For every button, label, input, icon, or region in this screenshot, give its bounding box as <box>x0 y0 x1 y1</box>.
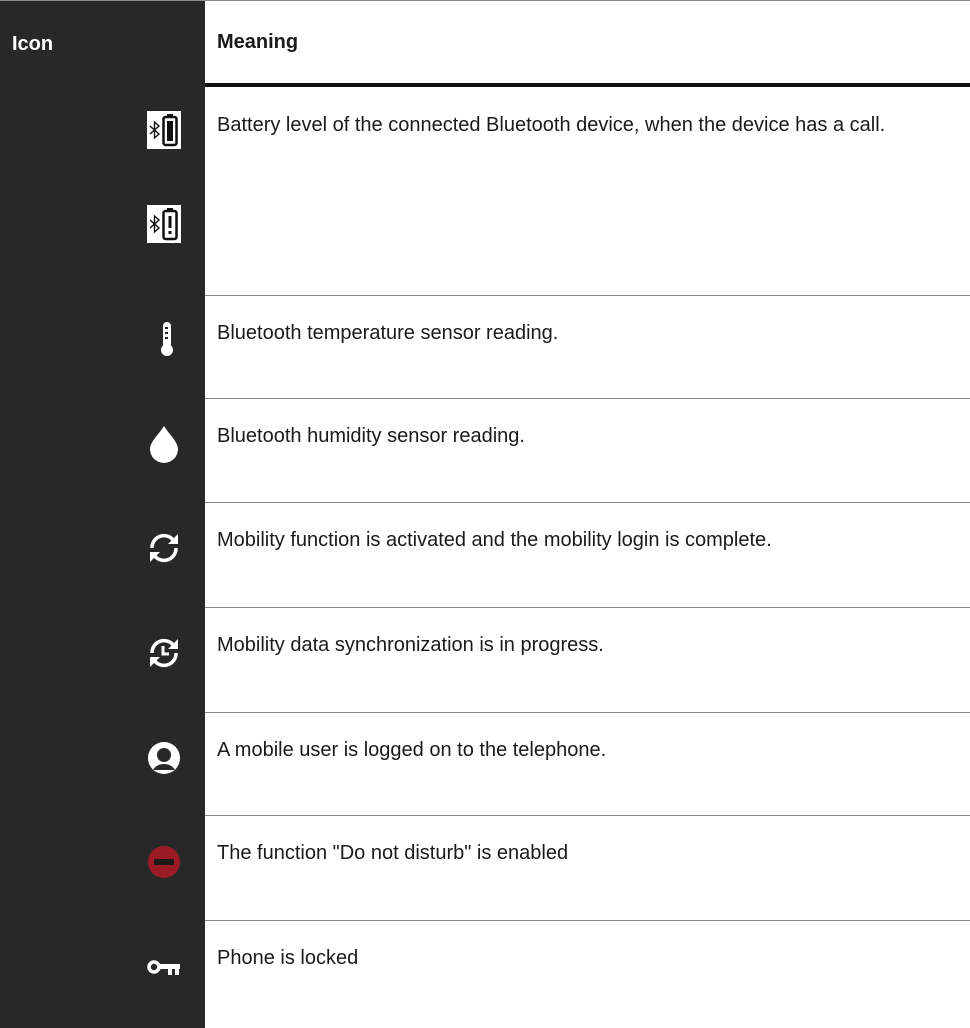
icon-cell <box>0 399 205 503</box>
meaning-cell: Mobility function is activated and the m… <box>205 503 970 608</box>
meaning-cell: Phone is locked <box>205 921 970 1028</box>
icon-cell <box>0 608 205 713</box>
icon-cell <box>0 87 205 296</box>
table-header-row: Icon Meaning <box>0 0 970 87</box>
icon-cell <box>0 503 205 608</box>
meaning-text: Battery level of the connected Bluetooth… <box>217 114 886 136</box>
meaning-cell: Battery level of the connected Bluetooth… <box>205 87 970 296</box>
header-meaning-cell: Meaning <box>205 1 970 87</box>
icon-cell <box>0 296 205 399</box>
table-row: A mobile user is logged on to the teleph… <box>0 713 970 816</box>
table-row: Mobility function is activated and the m… <box>0 503 970 608</box>
meaning-cell: The function "Do not disturb" is enabled <box>205 816 970 921</box>
table-row: The function "Do not disturb" is enabled <box>0 816 970 921</box>
icon-cell <box>0 816 205 921</box>
meaning-text: Mobility function is activated and the m… <box>217 529 772 551</box>
table-row: Mobility data synchronization is in prog… <box>0 608 970 713</box>
meaning-text: Phone is locked <box>217 947 359 969</box>
header-meaning-label: Meaning <box>217 30 299 53</box>
bluetooth-battery-warning-icon <box>147 205 181 243</box>
mobility-sync-progress-icon <box>150 638 178 668</box>
meaning-text: Bluetooth temperature sensor reading. <box>217 322 559 344</box>
meaning-text: Bluetooth humidity sensor reading. <box>217 425 525 447</box>
table-row: Battery level of the connected Bluetooth… <box>0 87 970 296</box>
meaning-cell: Mobility data synchronization is in prog… <box>205 608 970 713</box>
header-icon-label: Icon <box>12 32 54 55</box>
mobility-sync-icon <box>150 533 178 563</box>
header-icon-cell: Icon <box>0 1 205 87</box>
icon-meaning-table: Icon Meaning Battery level of the connec… <box>0 0 970 1028</box>
icon-cell <box>0 713 205 816</box>
table-row: Phone is locked <box>0 921 970 1028</box>
do-not-disturb-icon <box>148 846 180 878</box>
bluetooth-battery-icon <box>147 111 181 149</box>
meaning-cell: A mobile user is logged on to the teleph… <box>205 713 970 816</box>
table-row: Bluetooth temperature sensor reading. <box>0 296 970 399</box>
mobile-user-icon <box>148 742 180 774</box>
humidity-drop-icon <box>150 426 178 463</box>
key-lock-icon <box>147 960 180 975</box>
meaning-cell: Bluetooth temperature sensor reading. <box>205 296 970 399</box>
meaning-cell: Bluetooth humidity sensor reading. <box>205 399 970 503</box>
meaning-text: The function "Do not disturb" is enabled <box>217 842 569 864</box>
meaning-text: A mobile user is logged on to the teleph… <box>217 739 607 761</box>
icon-cell <box>0 921 205 1028</box>
thermometer-icon <box>161 322 173 356</box>
table-row: Bluetooth humidity sensor reading. <box>0 399 970 503</box>
meaning-text: Mobility data synchronization is in prog… <box>217 634 604 656</box>
